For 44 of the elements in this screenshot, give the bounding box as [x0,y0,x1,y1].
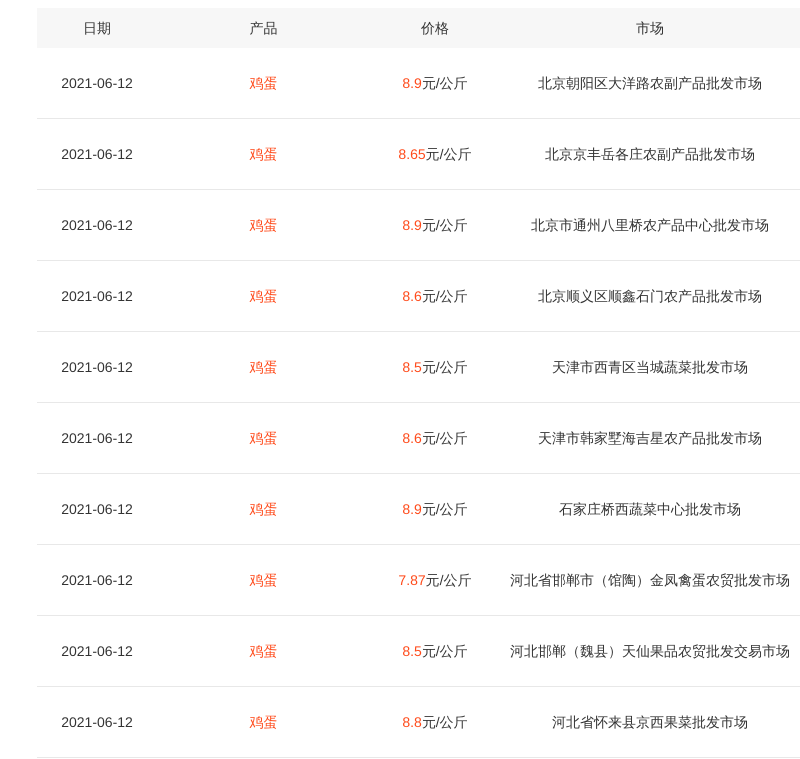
market-cell-text: 天津市西青区当城蔬菜批发市场 [551,358,749,377]
date-cell-text: 2021-06-12 [61,428,133,448]
price-cell-text: 8.5元/公斤 [402,642,468,660]
date-cell-text: 2021-06-12 [61,74,133,92]
date-cell-text: 2021-06-12 [61,286,133,306]
product-cell-text: 鸡蛋 [250,144,278,164]
date-cell-text: 2021-06-12 [61,216,133,234]
column-header: 日期 [83,20,111,36]
date-cell-text: 2021-06-12 [61,500,133,518]
column-header: 产品 [250,20,278,36]
product-cell-text: 鸡蛋 [250,500,278,518]
market-cell-text: 石家庄桥西蔬菜中心批发市场 [558,500,742,519]
price-cell-text: 8.9元/公斤 [402,74,468,92]
product-cell-text: 鸡蛋 [250,74,278,92]
market-cell-text: 北京朝阳区大洋路农副产品批发市场 [537,74,763,93]
price-cell-text: 7.87元/公斤 [398,570,472,590]
column-header: 市场 [636,20,664,36]
date-cell-text: 2021-06-12 [61,358,133,376]
price-cell-text: 8.9元/公斤 [402,216,468,234]
market-cell-text: 北京顺义区顺鑫石门农产品批发市场 [537,287,763,306]
date-cell-text: 2021-06-12 [61,642,133,660]
product-cell-text: 鸡蛋 [250,570,278,590]
product-cell-text: 鸡蛋 [250,216,278,234]
product-cell-text: 鸡蛋 [250,286,278,306]
market-cell-text: 天津市韩家墅海吉星农产品批发市场 [537,429,763,448]
price-cell-text: 8.9元/公斤 [402,500,468,518]
date-cell-text: 2021-06-12 [61,712,133,732]
price-cell-text: 8.65元/公斤 [398,144,472,164]
market-cell-text: 北京市通州八里桥农产品中心批发市场 [530,216,770,235]
market-cell-text: 河北省邯郸市（馆陶）金凤禽蛋农贸批发市场 [509,571,791,590]
market-cell-text: 北京京丰岳各庄农副产品批发市场 [544,145,756,164]
product-cell-text: 鸡蛋 [250,428,278,448]
price-cell-text: 8.6元/公斤 [402,428,468,448]
market-cell-text: 河北邯郸（魏县）天仙果品农贸批发交易市场 [509,642,791,661]
date-cell-text: 2021-06-12 [61,570,133,590]
price-cell-text: 8.8元/公斤 [402,712,468,732]
product-cell-text: 鸡蛋 [250,712,278,732]
price-cell-text: 8.6元/公斤 [402,286,468,306]
product-cell-text: 鸡蛋 [250,358,278,376]
market-cell-text: 河北省怀来县京西果菜批发市场 [551,713,749,732]
product-cell-text: 鸡蛋 [250,642,278,660]
column-header: 价格 [421,20,449,36]
date-cell-text: 2021-06-12 [61,144,133,164]
price-cell-text: 8.5元/公斤 [402,358,468,376]
